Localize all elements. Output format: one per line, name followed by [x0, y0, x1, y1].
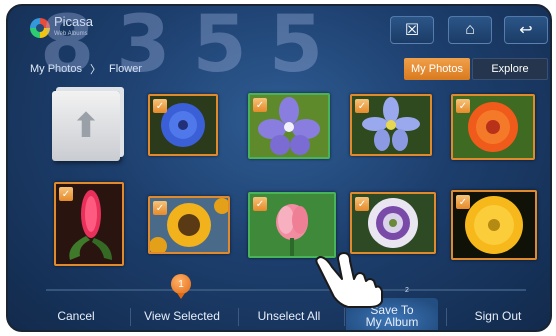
picasa-logo-icon: [30, 18, 50, 38]
photo-tile[interactable]: ✓: [451, 94, 535, 160]
return-icon: ↩: [519, 22, 533, 39]
parent-folder-button[interactable]: ⬆: [52, 91, 120, 161]
photo-tile[interactable]: ✓: [54, 182, 124, 266]
picasa-logo: Picasa Web Albums: [30, 14, 94, 40]
page-marker: 2: [405, 287, 409, 294]
header: Picasa Web Albums ☒ ⌂ ↩: [8, 6, 550, 50]
tv-screen: Picasa Web Albums ☒ ⌂ ↩ My Photos 〉 Flow…: [6, 4, 552, 332]
photo-tile[interactable]: ✓: [148, 94, 218, 156]
tab-my-photos[interactable]: My Photos: [404, 58, 470, 80]
breadcrumb: My Photos 〉 Flower: [30, 61, 142, 77]
view-selected-button[interactable]: View Selected: [132, 298, 232, 330]
breadcrumb-root[interactable]: My Photos: [30, 63, 82, 75]
page-slider-track[interactable]: [46, 289, 526, 291]
checkbox-checked-icon[interactable]: ✓: [253, 98, 267, 112]
toolbar-divider: [446, 308, 447, 326]
tab-explore[interactable]: Explore: [472, 58, 548, 80]
sign-out-button[interactable]: Sign Out: [448, 298, 548, 330]
settings-button[interactable]: ☒: [390, 16, 434, 44]
cancel-button[interactable]: Cancel: [24, 298, 128, 330]
checkbox-checked-icon[interactable]: ✓: [456, 99, 470, 113]
checkbox-checked-icon[interactable]: ✓: [355, 99, 369, 113]
checkbox-checked-icon[interactable]: ✓: [59, 187, 73, 201]
logo-name: Picasa: [54, 14, 94, 29]
breadcrumb-separator-icon: 〉: [89, 64, 101, 76]
checkbox-checked-icon[interactable]: ✓: [153, 201, 167, 215]
photo-tile[interactable]: ✓: [350, 94, 432, 156]
back-button[interactable]: ↩: [504, 16, 548, 44]
gallery-settings-icon: ☒: [404, 22, 420, 39]
checkbox-checked-icon[interactable]: ✓: [153, 99, 167, 113]
save-label-line2: My Album: [365, 315, 419, 329]
logo-text: Picasa Web Albums: [54, 14, 94, 40]
photo-tile[interactable]: ✓: [148, 196, 230, 254]
home-button[interactable]: ⌂: [448, 16, 492, 44]
checkbox-checked-icon[interactable]: ✓: [355, 197, 369, 211]
home-icon: ⌂: [465, 21, 475, 38]
toolbar-divider: [238, 308, 239, 326]
logo-subtitle: Web Albums: [54, 31, 88, 37]
up-arrow-icon: ⬆: [71, 107, 101, 145]
photo-tile[interactable]: ✓: [248, 93, 330, 159]
photo-tile[interactable]: ✓: [451, 190, 537, 260]
page-slider-knob[interactable]: 1: [171, 274, 191, 299]
checkbox-checked-icon[interactable]: ✓: [456, 195, 470, 209]
hand-pointer-icon: [315, 252, 383, 308]
toolbar-divider: [344, 308, 345, 326]
breadcrumb-current: Flower: [108, 63, 142, 75]
checkbox-checked-icon[interactable]: ✓: [253, 197, 267, 211]
bottom-toolbar: Cancel View Selected Unselect All Save T…: [8, 298, 550, 330]
toolbar-divider: [130, 308, 131, 326]
